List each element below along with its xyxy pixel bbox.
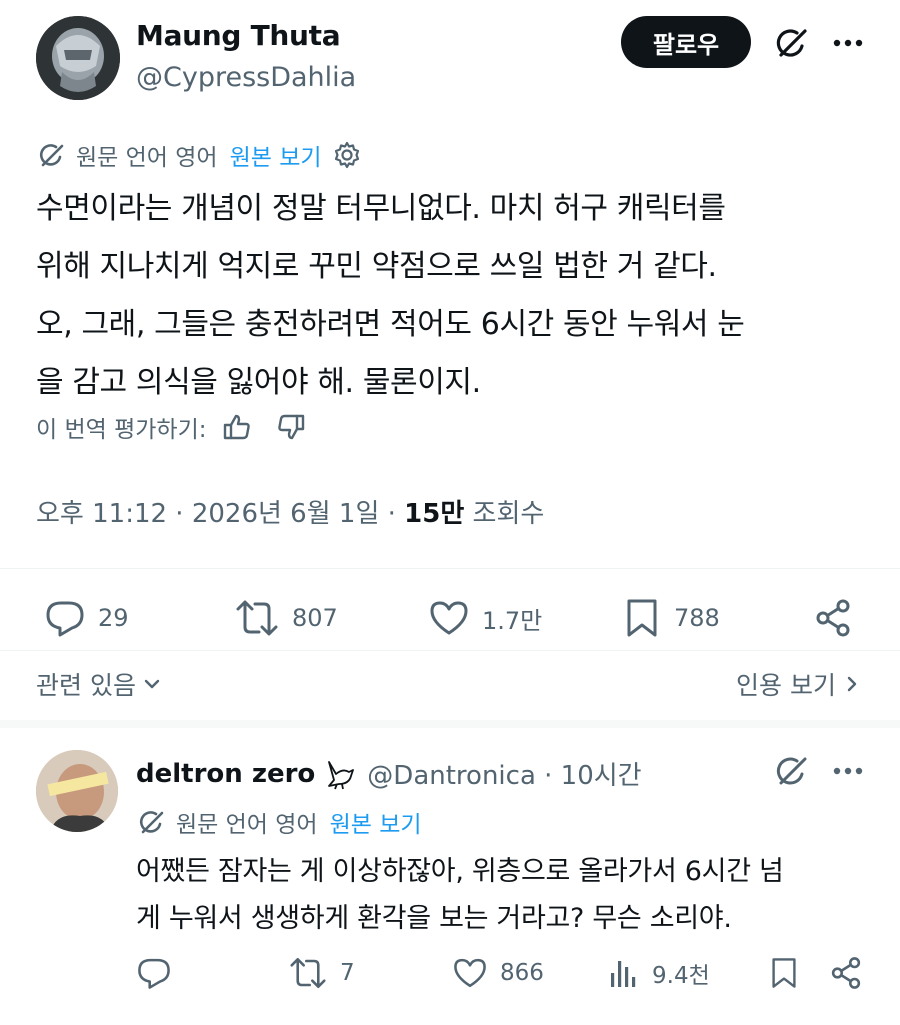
like-button[interactable]: 1.7만 xyxy=(428,597,542,639)
tweet-line: 을 감고 의식을 잃어야 해. 물론이지. xyxy=(36,365,481,400)
more-options-icon[interactable] xyxy=(830,752,866,790)
source-language-label: 원문 언어 영어 xyxy=(76,145,218,171)
reply-view-count: 9.4천 xyxy=(652,963,710,989)
reply-author-avatar[interactable] xyxy=(36,750,118,832)
reply-count: 29 xyxy=(98,604,129,632)
translate-icon xyxy=(36,140,66,170)
view-count: 15만 xyxy=(404,499,465,529)
show-original-link[interactable]: 원본 보기 xyxy=(230,138,322,172)
reply-reply-button[interactable] xyxy=(136,955,184,991)
thumbs-down-icon[interactable] xyxy=(275,411,307,443)
reply-icon xyxy=(136,955,172,991)
divider xyxy=(0,650,900,651)
author-handle[interactable]: @CypressDahlia xyxy=(136,62,356,93)
timestamp[interactable]: 오후 11:12 · 2026년 6월 1일 · xyxy=(36,499,396,529)
rate-translation: 이 번역 평가하기: xyxy=(36,410,307,444)
translate-icon xyxy=(136,807,166,837)
like-count: 1.7만 xyxy=(482,606,543,635)
heart-icon xyxy=(428,597,470,639)
settings-gear-icon[interactable] xyxy=(332,140,362,170)
repost-button[interactable]: 807 xyxy=(234,597,338,639)
reply-icon xyxy=(44,597,86,639)
reply-text: 어쨌든 잠자는 게 이상하잖아, 위층으로 올라가서 6시간 넘 게 누워서 생… xyxy=(136,848,866,942)
author-name[interactable]: Maung Thuta xyxy=(136,19,341,52)
reply-views-button[interactable]: 9.4천 xyxy=(608,955,710,991)
reply-like-button[interactable]: 866 xyxy=(452,955,544,991)
reply-share-button[interactable] xyxy=(828,955,864,991)
thumbs-up-icon[interactable] xyxy=(221,411,253,443)
more-options-icon[interactable] xyxy=(830,24,866,62)
divider xyxy=(0,568,900,569)
tweet-line: 위해 지나치게 억지로 꾸민 약점으로 쓰일 법한 거 같다. xyxy=(36,249,717,284)
grok-icon[interactable] xyxy=(772,24,810,62)
repost-count: 807 xyxy=(292,604,338,632)
rate-label: 이 번역 평가하기: xyxy=(36,417,207,443)
bookmark-icon xyxy=(622,597,662,639)
heart-icon xyxy=(452,955,488,991)
bookmark-icon xyxy=(768,955,800,991)
reply-bookmark-button[interactable] xyxy=(768,955,800,991)
reply-header: deltron zero @Dantronica · 10시간 xyxy=(136,755,642,792)
view-quotes-link[interactable]: 인용 보기 xyxy=(736,666,860,702)
reply-repost-button[interactable]: 7 xyxy=(288,955,355,991)
bookmark-button[interactable]: 788 xyxy=(622,597,720,639)
reply-button[interactable]: 29 xyxy=(44,597,129,639)
repost-icon xyxy=(234,597,280,639)
related-label: 관련 있음 xyxy=(36,671,136,700)
share-icon xyxy=(828,955,864,991)
tweet-line: 오, 그래, 그들은 충전하려면 적어도 6시간 동안 누워서 눈 xyxy=(36,307,745,342)
chevron-down-icon xyxy=(142,674,162,694)
share-icon xyxy=(812,597,854,639)
bird-icon xyxy=(323,758,357,790)
view-label: 조회수 xyxy=(472,499,545,529)
translation-bar: 원문 언어 영어 원본 보기 xyxy=(36,138,362,172)
chevron-right-icon xyxy=(844,673,860,695)
tweet-line: 수면이라는 개념이 정말 터무니없다. 마치 허구 캐릭터를 xyxy=(36,191,726,226)
reply-like-count: 866 xyxy=(500,960,544,986)
quotes-label: 인용 보기 xyxy=(736,671,836,700)
show-original-link[interactable]: 원본 보기 xyxy=(330,805,422,839)
tweet-meta: 오후 11:12 · 2026년 6월 1일 · 15만 조회수 xyxy=(36,493,544,530)
follow-button[interactable]: 팔로우 xyxy=(621,16,751,68)
bar-chart-icon xyxy=(608,955,640,991)
reply-line: 게 누워서 생생하게 환각을 보는 거라고? 무슨 소리야. xyxy=(136,903,732,934)
related-filter[interactable]: 관련 있음 xyxy=(36,666,162,702)
share-button[interactable] xyxy=(812,597,854,639)
grok-icon[interactable] xyxy=(772,752,810,790)
source-language-label: 원문 언어 영어 xyxy=(176,812,318,838)
reply-author-handle[interactable]: @Dantronica · 10시간 xyxy=(367,755,641,792)
author-avatar[interactable] xyxy=(36,16,120,100)
tweet-text: 수면이라는 개념이 정말 터무니없다. 마치 허구 캐릭터를 위해 지나치게 억… xyxy=(36,180,866,412)
reply-line: 어쨌든 잠자는 게 이상하잖아, 위층으로 올라가서 6시간 넘 xyxy=(136,856,784,887)
reply-repost-count: 7 xyxy=(340,960,355,986)
repost-icon xyxy=(288,955,328,991)
section-divider xyxy=(0,720,900,728)
reply-translation-bar: 원문 언어 영어 원본 보기 xyxy=(136,805,422,839)
bookmark-count: 788 xyxy=(674,604,720,632)
reply-author-name[interactable]: deltron zero xyxy=(136,759,315,789)
